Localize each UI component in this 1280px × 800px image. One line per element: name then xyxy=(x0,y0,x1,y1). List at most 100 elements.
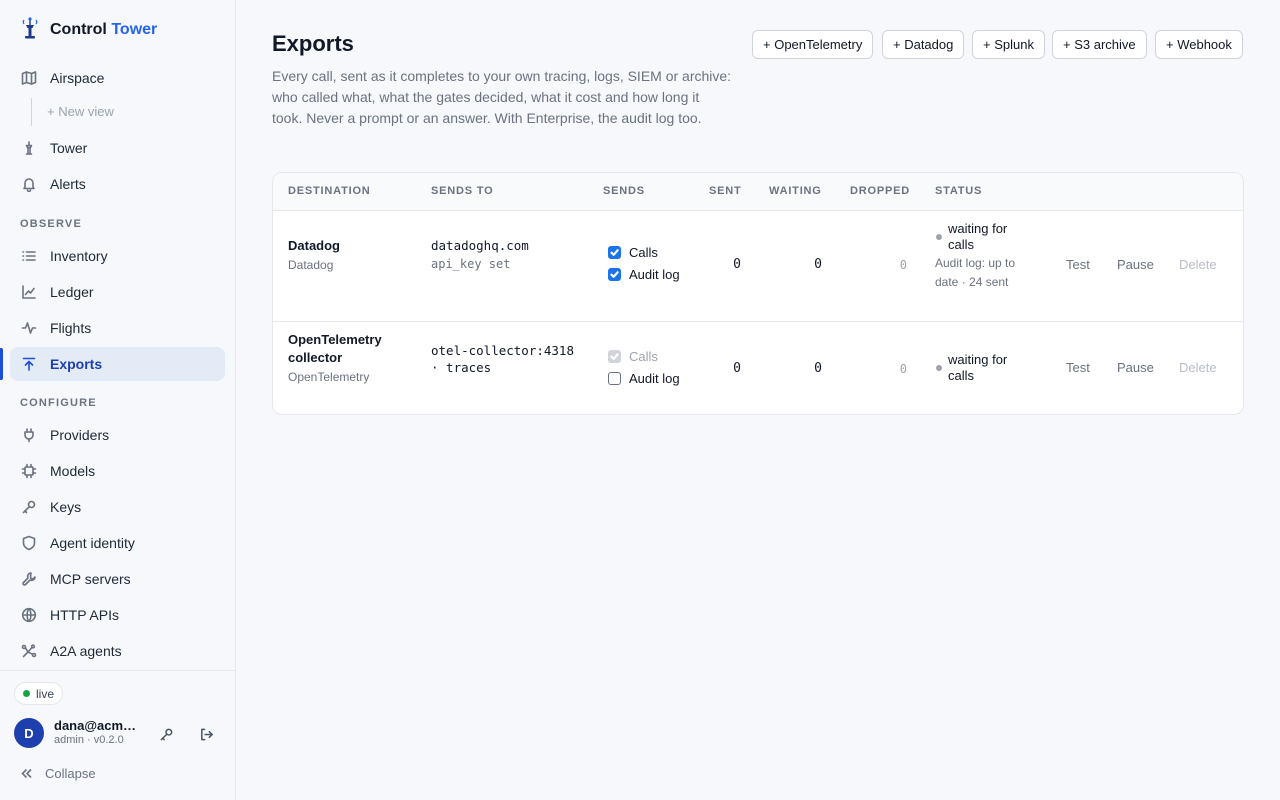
dropped-count: 0 xyxy=(899,258,907,272)
sent-count: 0 xyxy=(733,361,741,376)
sidebar-item-label: Inventory xyxy=(50,248,108,264)
column-header-sends: SENDS xyxy=(603,185,645,197)
list-icon xyxy=(20,248,37,265)
sidebar-item-label: Models xyxy=(50,463,96,479)
tower-icon xyxy=(20,140,37,157)
destination-name[interactable]: Datadog xyxy=(288,237,340,255)
exports-table: DESTINATION SENDS TO SENDS SENT WAITING … xyxy=(272,172,1244,415)
sidebar-item-tower[interactable]: Tower xyxy=(10,131,225,165)
sidebar-item-mcp-servers[interactable]: MCP servers xyxy=(10,562,225,596)
column-header-dropped: DROPPED xyxy=(850,185,910,197)
test-button[interactable]: Test xyxy=(1066,257,1090,272)
column-header-destination: DESTINATION xyxy=(288,185,371,197)
brand[interactable]: Control Tower xyxy=(20,16,157,45)
waiting-count: 0 xyxy=(814,257,822,272)
checkbox-unchecked-icon xyxy=(608,372,621,385)
line-chart-icon xyxy=(20,284,37,301)
sidebar-item-label: Ledger xyxy=(50,284,94,300)
sidebar-item-label: A2A agents xyxy=(50,643,122,659)
bell-icon xyxy=(20,176,37,193)
waiting-count: 0 xyxy=(814,361,822,376)
sidebar-item-label: Alerts xyxy=(50,176,86,192)
checkbox-checked-icon xyxy=(608,246,621,259)
avatar[interactable]: D xyxy=(14,718,44,748)
pause-button[interactable]: Pause xyxy=(1117,257,1154,272)
destination-type: OpenTelemetry xyxy=(288,370,370,384)
sidebar-item-ledger[interactable]: Ledger xyxy=(10,275,225,309)
table-header: DESTINATION SENDS TO SENDS SENT WAITING … xyxy=(273,173,1243,211)
sidebar-item-exports[interactable]: Exports xyxy=(10,347,225,381)
tower-logo-icon xyxy=(20,16,40,45)
sidebar-divider xyxy=(0,670,235,671)
add-s3-archive-button[interactable]: + S3 archive xyxy=(1052,30,1147,59)
sidebar-item-agent-identity[interactable]: Agent identity xyxy=(10,526,225,560)
sub-nav-line xyxy=(31,98,32,126)
checkbox-checked-icon xyxy=(608,268,621,281)
pause-button[interactable]: Pause xyxy=(1117,360,1154,375)
sidebar-item-flights[interactable]: Flights xyxy=(10,311,225,345)
section-label-configure: CONFIGURE xyxy=(20,397,97,409)
delete-button[interactable]: Delete xyxy=(1179,360,1217,375)
sidebar-item-keys[interactable]: Keys xyxy=(10,490,225,524)
map-icon xyxy=(20,70,37,87)
column-header-sent: SENT xyxy=(709,185,742,197)
live-status-badge: live xyxy=(14,682,64,705)
sidebar-item-inventory[interactable]: Inventory xyxy=(10,239,225,273)
destination-name[interactable]: OpenTelemetry collector xyxy=(288,331,408,367)
globe-icon xyxy=(20,607,37,624)
column-header-status: STATUS xyxy=(935,185,983,197)
calls-checkbox[interactable]: Calls xyxy=(608,245,658,260)
key-icon[interactable] xyxy=(156,724,176,744)
sidebar-item-providers[interactable]: Providers xyxy=(10,418,225,452)
delete-button[interactable]: Delete xyxy=(1179,257,1217,272)
sidebar-item-label: Providers xyxy=(50,427,110,443)
add-splunk-button[interactable]: + Splunk xyxy=(972,30,1045,59)
test-button[interactable]: Test xyxy=(1066,360,1090,375)
collapse-button[interactable]: Collapse xyxy=(20,766,96,781)
sidebar-item-label: Tower xyxy=(50,140,88,156)
sent-count: 0 xyxy=(733,257,741,272)
status-text: waiting for calls xyxy=(948,352,1008,383)
active-indicator xyxy=(0,348,3,380)
sidebar-item-label: HTTP APIs xyxy=(50,607,119,623)
user-name: dana@acme.com xyxy=(54,718,142,733)
network-icon xyxy=(20,643,37,660)
chip-icon xyxy=(20,463,37,480)
logout-icon[interactable] xyxy=(196,724,216,744)
destination-target-detail: api_key set xyxy=(431,257,511,271)
calls-checkbox: Calls xyxy=(608,349,658,364)
audit-log-checkbox[interactable]: Audit log xyxy=(608,267,680,282)
plug-icon xyxy=(20,427,37,444)
sidebar-item-models[interactable]: Models xyxy=(10,454,225,488)
checkbox-checked-icon xyxy=(608,350,621,363)
new-view-link[interactable]: + New view xyxy=(47,104,114,119)
sidebar: Control Tower Airspace + New view Tower … xyxy=(0,0,236,800)
shield-icon xyxy=(20,535,37,552)
add-datadog-button[interactable]: + Datadog xyxy=(882,30,965,59)
audit-log-checkbox[interactable]: Audit log xyxy=(608,371,680,386)
sidebar-item-a2a-agents[interactable]: A2A agents xyxy=(10,634,225,668)
chevrons-left-icon xyxy=(21,768,32,779)
add-opentelemetry-button[interactable]: + OpenTelemetry xyxy=(752,30,874,59)
sidebar-item-alerts[interactable]: Alerts xyxy=(10,167,225,201)
status-dot-icon xyxy=(936,365,942,371)
sidebar-item-label: Flights xyxy=(50,320,92,336)
add-webhook-button[interactable]: + Webhook xyxy=(1155,30,1243,59)
sidebar-item-label: Exports xyxy=(50,356,103,372)
sidebar-item-label: Airspace xyxy=(50,70,105,86)
column-header-sends-to: SENDS TO xyxy=(431,185,494,197)
user-role: admin · v0.2.0 xyxy=(54,734,124,746)
sidebar-item-label: MCP servers xyxy=(50,571,131,587)
page-description: Every call, sent as it completes to your… xyxy=(272,68,732,126)
sidebar-item-airspace[interactable]: Airspace xyxy=(10,61,225,95)
upload-icon xyxy=(20,356,37,373)
wrench-icon xyxy=(20,571,37,588)
row-divider xyxy=(273,321,1243,322)
column-header-waiting: WAITING xyxy=(769,185,822,197)
destination-type: Datadog xyxy=(288,258,334,272)
live-dot-icon xyxy=(23,690,30,697)
sidebar-item-http-apis[interactable]: HTTP APIs xyxy=(10,598,225,632)
audit-log-status: Audit log: up to date · 24 sent xyxy=(935,256,1016,289)
activity-icon xyxy=(20,320,37,337)
page-title: Exports xyxy=(272,31,354,56)
